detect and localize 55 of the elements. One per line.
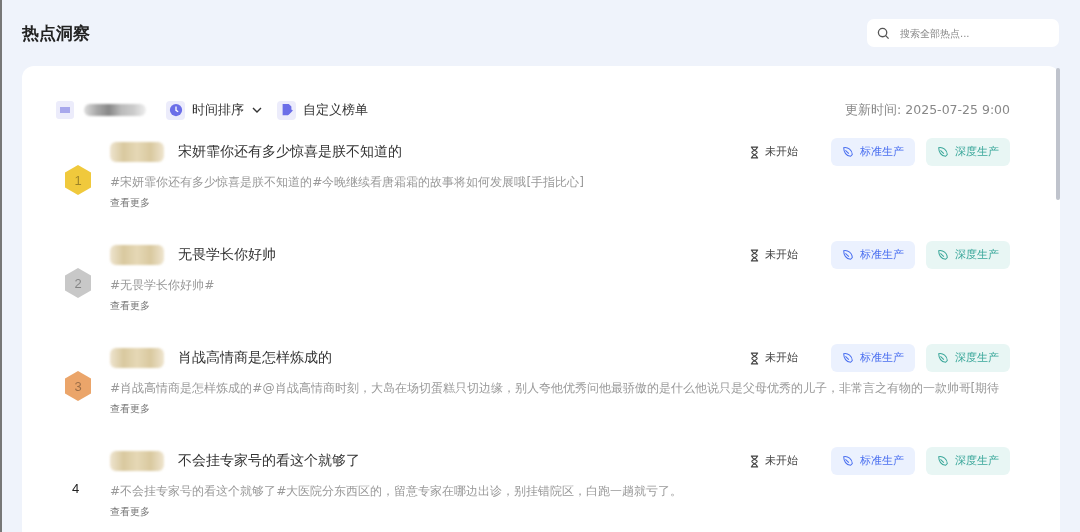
hourglass-icon bbox=[750, 145, 759, 159]
see-more-link[interactable]: 查看更多 bbox=[110, 402, 150, 416]
see-more-link[interactable]: 查看更多 bbox=[110, 299, 150, 313]
rank-badge: 3 bbox=[64, 370, 92, 402]
status-label: 未开始 bbox=[765, 248, 798, 262]
clock-icon bbox=[166, 100, 185, 120]
leaf-icon bbox=[937, 249, 949, 261]
see-more-link[interactable]: 查看更多 bbox=[110, 505, 150, 519]
update-time-value: 2025-07-25 9:00 bbox=[905, 101, 1010, 119]
leaf-icon bbox=[842, 249, 854, 261]
deep-produce-button[interactable]: 深度生产 bbox=[926, 344, 1010, 372]
topic-title[interactable]: 宋妍霏你还有多少惊喜是朕不知道的 bbox=[178, 143, 402, 161]
topic-description: #肖战高情商是怎样炼成的#@肖战高情商时刻，大岛在场切蛋糕只切边缘，别人夸他优秀问他最骄傲的是什么他说只是父母优秀的儿子，非常言之有物的一款帅哥[期待 bbox=[110, 380, 1001, 397]
leaf-icon bbox=[937, 352, 949, 364]
topic-title[interactable]: 无畏学长你好帅 bbox=[178, 246, 276, 264]
leaf-icon bbox=[937, 146, 949, 158]
rank-number: 4 bbox=[72, 481, 80, 496]
status-label: 未开始 bbox=[765, 454, 798, 468]
page-title: 热点洞察 bbox=[22, 21, 90, 45]
blurred-label bbox=[84, 104, 146, 116]
blurred-tag bbox=[110, 348, 164, 368]
standard-produce-button[interactable]: 标准生产 bbox=[831, 241, 915, 269]
standard-produce-button[interactable]: 标准生产 bbox=[831, 138, 915, 166]
topic-title[interactable]: 肖战高情商是怎样炼成的 bbox=[178, 349, 332, 367]
search-field[interactable]: 搜索全部热点... bbox=[867, 19, 1059, 47]
blurred-tag bbox=[110, 451, 164, 471]
see-more-link[interactable]: 查看更多 bbox=[110, 196, 150, 210]
rank-badge: 1 bbox=[64, 164, 92, 196]
leaf-icon bbox=[842, 455, 854, 467]
hourglass-icon bbox=[750, 454, 759, 468]
leaf-icon bbox=[842, 352, 854, 364]
scrollbar-thumb[interactable] bbox=[1056, 68, 1060, 200]
topic-title[interactable]: 不会挂专家号的看这个就够了 bbox=[178, 452, 360, 470]
deep-produce-button[interactable]: 深度生产 bbox=[926, 447, 1010, 475]
hourglass-icon bbox=[750, 248, 759, 262]
update-time-label: 更新时间: bbox=[845, 101, 902, 119]
edit-document-icon bbox=[277, 100, 296, 120]
blurred-tag bbox=[110, 245, 164, 265]
leaf-icon bbox=[937, 455, 949, 467]
topic-description: #无畏学长你好帅# bbox=[110, 277, 216, 294]
sort-dropdown[interactable]: 时间排序 bbox=[166, 100, 263, 120]
rank-badge: 2 bbox=[64, 267, 92, 299]
standard-produce-button[interactable]: 标准生产 bbox=[831, 447, 915, 475]
grid-icon bbox=[56, 101, 74, 119]
topic-description: #宋妍霏你还有多少惊喜是朕不知道的#今晚继续看唐霜霜的故事将如何发展哦[手指比心] bbox=[110, 174, 585, 191]
status-label: 未开始 bbox=[765, 351, 798, 365]
topic-description: #不会挂专家号的看这个就够了#大医院分东西区的，留意专家在哪边出诊，别挂错院区，白跑一趟就亏了。 bbox=[110, 483, 684, 500]
leaf-icon bbox=[842, 146, 854, 158]
blurred-tag bbox=[110, 142, 164, 162]
custom-list-button[interactable]: 自定义榜单 bbox=[277, 100, 368, 120]
status-label: 未开始 bbox=[765, 145, 798, 159]
deep-produce-button[interactable]: 深度生产 bbox=[926, 138, 1010, 166]
standard-produce-button[interactable]: 标准生产 bbox=[831, 344, 915, 372]
hourglass-icon bbox=[750, 351, 759, 365]
deep-produce-button[interactable]: 深度生产 bbox=[926, 241, 1010, 269]
